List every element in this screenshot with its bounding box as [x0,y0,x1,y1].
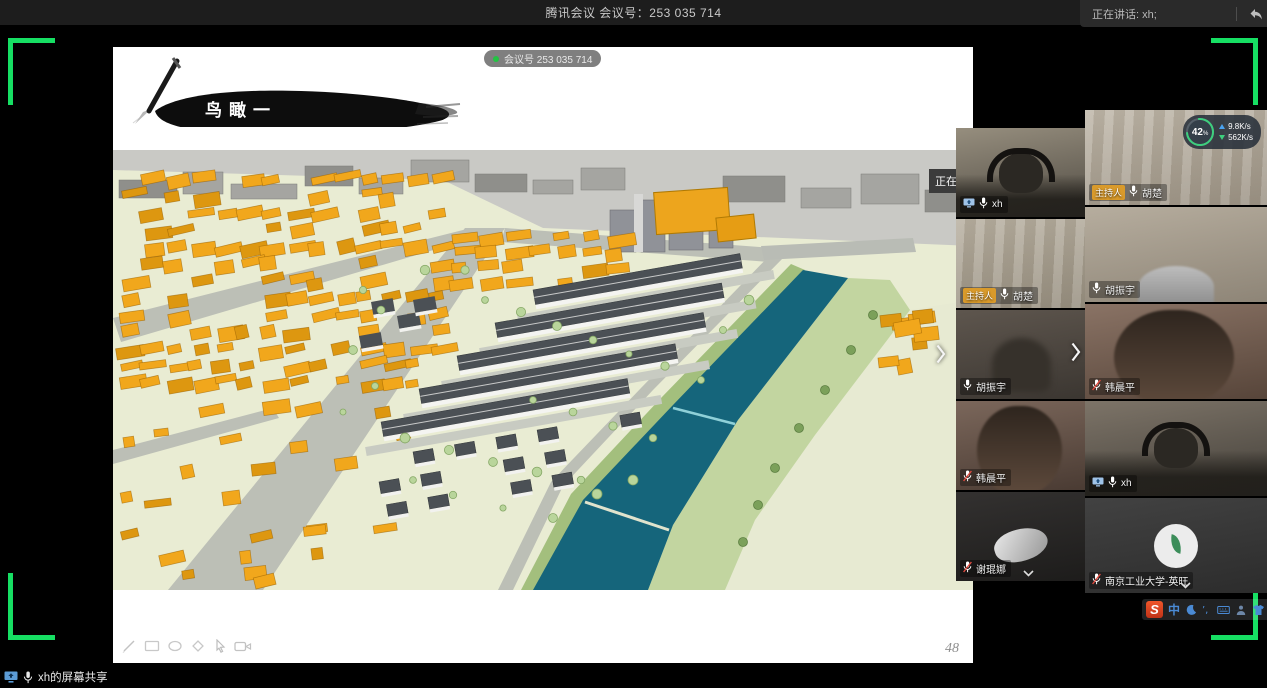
video-tile[interactable]: 谢琨娜 [956,492,1085,581]
participant-name: 胡楚 [1142,185,1162,200]
participant-label: 韩晨平 [960,469,1011,486]
3d-city-model [113,150,973,590]
chevron-right-icon[interactable] [936,344,946,364]
chevron-down-icon[interactable] [1023,570,1034,577]
participant-label: 胡振宇 [1089,281,1140,298]
participant-label: 主持人 胡楚 [960,287,1038,304]
video-tile[interactable]: 韩晨平 [956,401,1085,490]
shared-screen: 会议号 253 035 714 鸟瞰一 48 [113,47,973,663]
participant-name: 胡振宇 [976,379,1006,394]
camera-icon[interactable] [234,639,252,653]
punctuation-icon[interactable]: ’, [1202,604,1212,616]
network-stats: 42% 9.8K/s 562K/s [1183,115,1261,149]
participant-name: xh [992,199,1003,210]
keyboard-icon[interactable] [1217,604,1230,616]
video-tile[interactable]: 南京工业大学-英旺 [1085,498,1267,593]
chevron-down-icon[interactable] [1180,582,1191,589]
mic-icon [979,197,988,212]
mic-muted-icon [1092,573,1101,588]
recording-corner-bracket [8,573,55,640]
upload-arrow-icon [1219,124,1225,129]
participant-name: xh [1121,478,1132,489]
video-tile[interactable]: 胡振宇 [1085,207,1267,302]
mic-icon [963,379,972,394]
meeting-id-text: 会议号 253 035 714 [504,51,592,66]
pen-icon[interactable] [121,639,137,653]
mic-icon [23,671,33,684]
upload-rate: 9.8K/s [1228,122,1251,131]
sogou-logo-icon[interactable]: S [1146,601,1163,618]
mic-muted-icon [1092,379,1101,394]
meeting-id-badge: 会议号 253 035 714 [484,50,601,67]
input-method-toolbar: S 中 ’, [1142,599,1267,620]
frame-icon[interactable] [144,639,160,653]
collapse-arrow-icon[interactable] [1245,8,1267,20]
chevron-right-icon[interactable] [1071,342,1081,362]
participant-name: 韩晨平 [976,470,1006,485]
divider [1236,7,1237,21]
green-dot-icon [493,56,499,62]
speaking-text: 正在讲话: xh; [1080,6,1236,22]
recording-corner-bracket [1211,38,1258,105]
screen-share-icon [4,671,18,683]
share-banner-text: xh的屏幕共享 [38,669,108,685]
video-panel-shared: xh 主持人 胡楚 胡振宇 韩晨平 谢琨娜 [956,128,1085,581]
screen-share-banner: xh的屏幕共享 [4,667,108,687]
video-tile[interactable]: xh [1085,401,1267,496]
participant-label: 韩晨平 [1089,378,1140,395]
host-badge: 主持人 [1092,185,1125,200]
skin-tshirt-icon[interactable] [1252,604,1265,616]
mic-icon [1092,282,1101,297]
mic-icon [1108,476,1117,491]
svg-text:’,: ’, [1202,605,1208,616]
calligraphy-header: 鸟瞰一 [121,55,461,127]
slide-title: 鸟瞰一 [205,100,277,121]
video-tile[interactable]: 韩晨平 [1085,304,1267,399]
participant-name: 韩晨平 [1105,379,1135,394]
host-badge: 主持人 [963,288,996,303]
annotation-toolbar [121,639,252,653]
moon-icon[interactable] [1185,604,1197,616]
video-tile[interactable]: 42% 9.8K/s 562K/s 主持人 胡楚 [1085,110,1267,205]
video-panel-local: 42% 9.8K/s 562K/s 主持人 胡楚 胡振宇 韩晨平 xh 南京工业… [1085,110,1267,593]
page-number: 48 [945,641,959,657]
ellipse-icon[interactable] [167,639,183,653]
signal-gauge: 42% [1185,117,1215,147]
mic-icon [1129,185,1138,200]
video-tile[interactable]: 主持人 胡楚 [956,219,1085,308]
mic-muted-icon [963,470,972,485]
chinese-mode-icon[interactable]: 中 [1168,601,1180,618]
cursor-icon[interactable] [213,639,227,653]
eraser-icon[interactable] [190,639,206,653]
mic-muted-icon [963,561,972,576]
ink-stroke [155,91,460,127]
video-tile[interactable]: 胡振宇 [956,310,1085,399]
participant-label: xh [960,196,1008,213]
screen-share-icon [1092,477,1104,490]
download-arrow-icon [1219,135,1225,140]
participant-label: 胡振宇 [960,378,1011,395]
recording-corner-bracket [8,38,55,105]
speaking-banner: 正在讲话: xh; [1080,0,1267,27]
participant-label: 谢琨娜 [960,560,1011,577]
person-icon[interactable] [1235,604,1247,616]
participant-label: 主持人 胡楚 [1089,184,1167,201]
participant-label: xh [1089,475,1137,492]
video-tile[interactable]: xh [956,128,1085,217]
screen-share-icon [963,198,975,211]
mic-icon [1000,288,1009,303]
download-rate: 562K/s [1228,133,1253,142]
participant-name: 胡楚 [1013,288,1033,303]
participant-label: 南京工业大学-英旺 [1089,572,1193,589]
participant-name: 胡振宇 [1105,282,1135,297]
participant-name: 谢琨娜 [976,561,1006,576]
participant-name: 南京工业大学-英旺 [1105,573,1188,588]
window-title: 腾讯会议 会议号：253 035 714 [545,4,721,21]
window-titlebar[interactable]: 腾讯会议 会议号：253 035 714 [0,0,1267,25]
